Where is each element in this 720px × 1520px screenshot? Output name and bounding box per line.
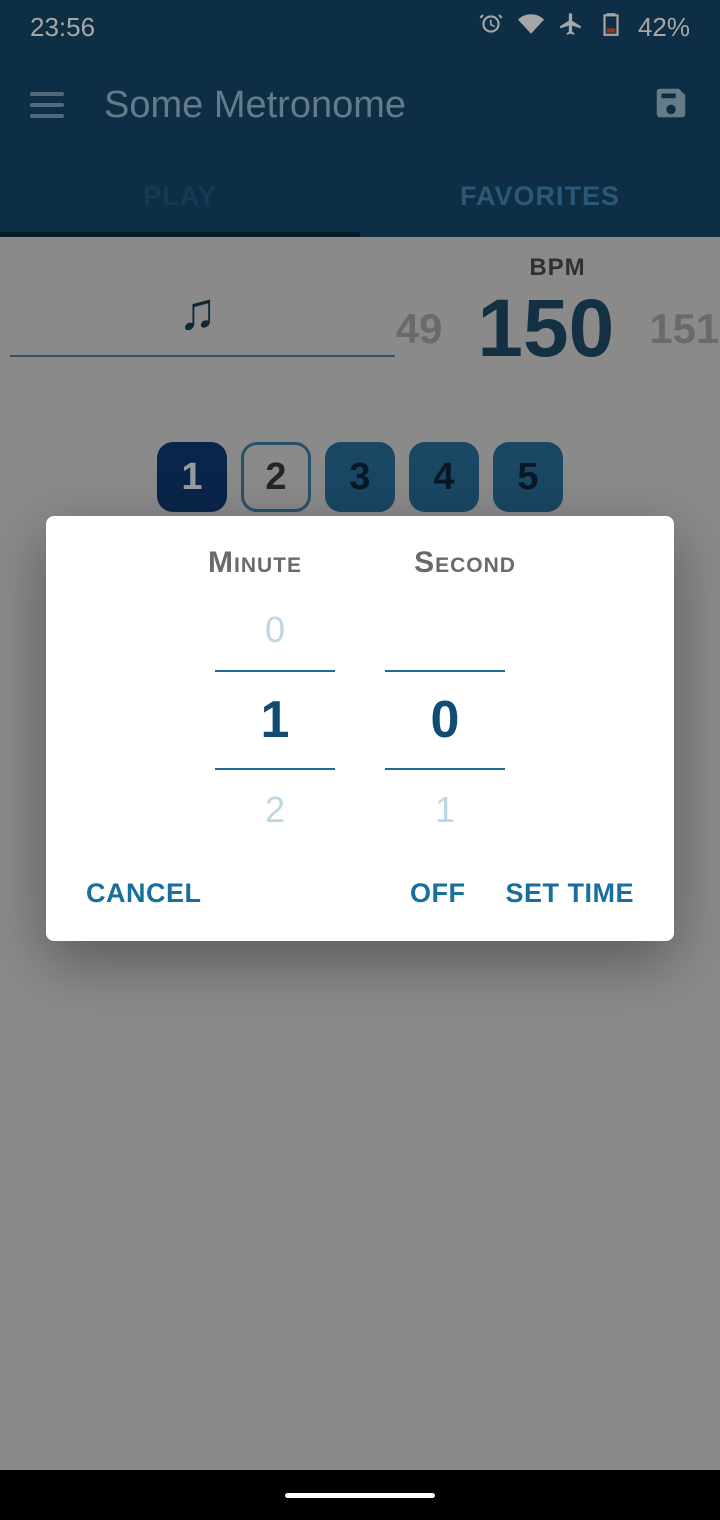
set-time-dialog: Minute Second 0 1 2 0 1 CANCEL OFF SET T… (46, 516, 674, 941)
minute-next: 2 (265, 770, 285, 850)
second-next: 1 (435, 770, 455, 850)
system-nav-bar (0, 1470, 720, 1520)
second-picker[interactable]: 0 1 (385, 590, 505, 850)
second-header: Second (385, 546, 545, 580)
minute-prev: 0 (265, 590, 285, 670)
nav-handle[interactable] (285, 1493, 435, 1498)
minute-selected: 1 (261, 690, 290, 750)
second-selected: 0 (431, 690, 460, 750)
minute-picker[interactable]: 0 1 2 (215, 590, 335, 850)
cancel-button[interactable]: CANCEL (86, 878, 202, 909)
minute-header: Minute (175, 546, 335, 580)
set-time-button[interactable]: SET TIME (505, 878, 634, 909)
off-button[interactable]: OFF (410, 878, 466, 909)
